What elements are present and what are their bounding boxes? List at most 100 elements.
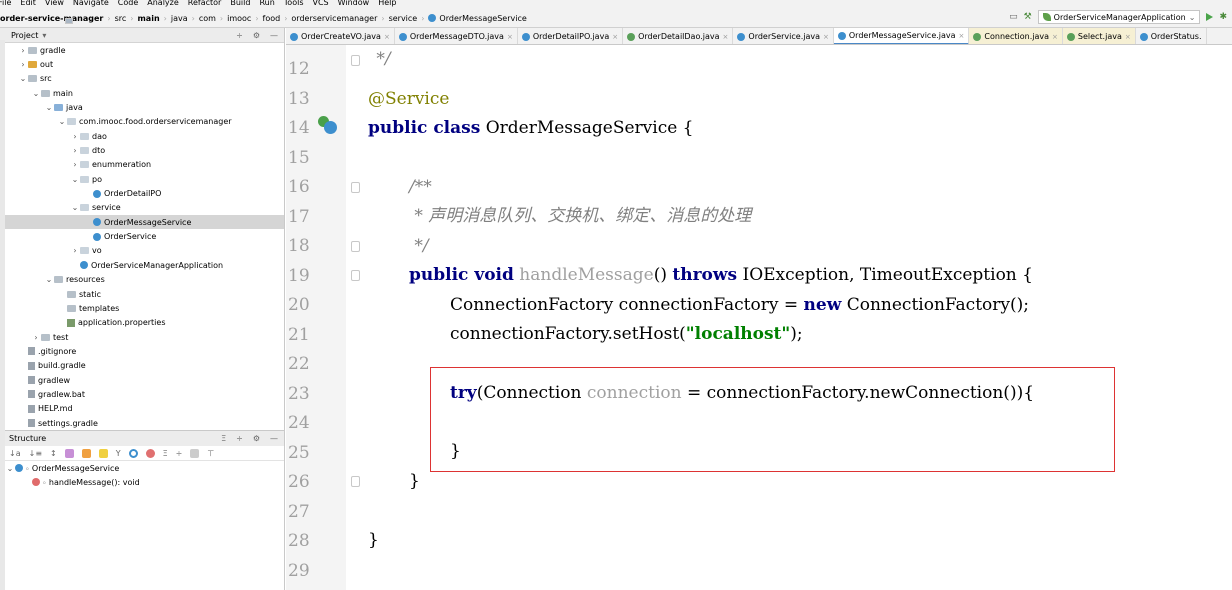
editor-tab[interactable]: OrderStatus. — [1136, 28, 1207, 44]
breadcrumb-item[interactable]: imooc — [65, 14, 251, 24]
editor-tab[interactable]: OrderDetailDao.java × — [623, 28, 734, 44]
tree-item[interactable]: › enummeration — [0, 158, 284, 172]
collapse-all-icon[interactable]: ÷ — [236, 434, 243, 443]
close-icon[interactable]: × — [507, 33, 513, 41]
chevron-down-icon[interactable]: ⌄ — [18, 74, 28, 83]
tree-item[interactable]: gradlew — [0, 373, 284, 387]
chevron-right-icon[interactable]: › — [18, 60, 28, 69]
close-icon[interactable]: × — [1125, 33, 1131, 41]
editor-tab[interactable]: OrderMessageDTO.java × — [395, 28, 518, 44]
gear-icon[interactable]: ⚙ — [253, 31, 260, 40]
breadcrumb-item[interactable]: order-service-manager — [0, 14, 103, 24]
fold-marker-icon[interactable] — [351, 182, 360, 193]
structure-class-row[interactable]: ⌄ ₒ OrderMessageService — [0, 461, 284, 475]
chevron-down-icon[interactable]: ⌄ — [70, 175, 80, 184]
field-icon[interactable] — [81, 448, 91, 458]
autoscroll-to-source-icon[interactable] — [190, 448, 200, 458]
chevron-down-icon[interactable]: ⌄ — [57, 117, 67, 126]
breadcrumb-item[interactable]: com — [65, 14, 216, 24]
abstract-icon[interactable] — [145, 448, 155, 458]
tree-item[interactable]: OrderService — [0, 229, 284, 243]
tree-item[interactable]: ⌄ src — [0, 72, 284, 86]
breadcrumb-item[interactable]: main — [65, 14, 160, 24]
chevron-right-icon[interactable]: › — [70, 132, 80, 141]
tree-item[interactable]: static — [0, 287, 284, 301]
fold-marker-icon[interactable] — [351, 241, 360, 252]
chevron-down-icon[interactable]: ▾ — [42, 31, 46, 40]
tree-item[interactable]: ⌄ service — [0, 201, 284, 215]
tree-item[interactable]: gradlew.bat — [0, 387, 284, 401]
editor-tab[interactable]: Connection.java × — [969, 28, 1063, 44]
chevron-right-icon[interactable]: › — [70, 146, 80, 155]
tree-item[interactable]: templates — [0, 301, 284, 315]
run-icon[interactable] — [1206, 13, 1214, 21]
editor-tab[interactable]: OrderDetailPO.java × — [518, 28, 624, 44]
property-icon[interactable] — [64, 448, 74, 458]
tree-item[interactable]: › dao — [0, 129, 284, 143]
project-title[interactable]: Project — [11, 31, 38, 40]
editor-tab[interactable]: Select.java × — [1062, 28, 1136, 44]
breadcrumb-item[interactable]: java — [65, 14, 188, 24]
menu-item-refactor[interactable]: Refactor — [188, 0, 222, 7]
tree-item[interactable]: OrderMessageService — [0, 215, 284, 230]
menu-item-vcs[interactable]: VCS — [313, 0, 329, 7]
tree-item[interactable]: › dto — [0, 143, 284, 157]
collapse-all-icon[interactable]: ÷ — [236, 31, 243, 40]
breadcrumb-item[interactable]: orderservicemanager — [65, 14, 377, 24]
minimize-icon[interactable]: — — [270, 434, 278, 443]
layout-icon[interactable]: ▭ — [1009, 12, 1018, 22]
menu-item-file[interactable]: File — [0, 0, 11, 7]
class-gutter-icon[interactable] — [324, 121, 337, 134]
tree-item[interactable]: ⌄ java — [0, 100, 284, 114]
inherited-icon[interactable]: ↕ — [50, 449, 57, 458]
menu-item-navigate[interactable]: Navigate — [73, 0, 109, 7]
editor-tab[interactable]: OrderMessageService.java × — [833, 28, 970, 44]
tree-item[interactable]: › gradle — [0, 43, 284, 57]
close-icon[interactable]: × — [959, 32, 965, 40]
run-configuration-select[interactable]: OrderServiceManagerApplication ⌄ — [1037, 10, 1201, 24]
menu-item-tools[interactable]: Tools — [284, 0, 304, 7]
menu-item-build[interactable]: Build — [230, 0, 250, 7]
editor-tab[interactable]: OrderService.java × — [733, 28, 834, 44]
menu-item-help[interactable]: Help — [378, 0, 396, 7]
sort-alpha-icon[interactable]: ↓a — [9, 449, 21, 458]
menu-item-edit[interactable]: Edit — [20, 0, 36, 7]
sort-visibility-icon[interactable]: ↓≡ — [29, 449, 42, 458]
close-icon[interactable]: × — [384, 33, 390, 41]
close-icon[interactable]: × — [1052, 33, 1058, 41]
menu-item-window[interactable]: Window — [338, 0, 370, 7]
close-icon[interactable]: × — [823, 33, 829, 41]
chevron-down-icon[interactable]: ⌄ — [70, 203, 80, 212]
tree-item[interactable]: › out — [0, 57, 284, 71]
chevron-right-icon[interactable]: › — [18, 46, 28, 55]
collapse-icon[interactable]: ÷ — [176, 449, 183, 458]
breadcrumb-item[interactable]: OrderMessageService — [428, 14, 527, 23]
fold-marker-icon[interactable] — [351, 476, 360, 487]
tree-item[interactable]: application.properties — [0, 316, 284, 330]
tree-item[interactable]: HELP.md — [0, 402, 284, 416]
autoscroll-from-source-icon[interactable]: ⊤ — [207, 449, 214, 458]
chevron-down-icon[interactable]: ⌄ — [44, 103, 54, 112]
expand-icon[interactable]: Ξ — [163, 449, 168, 458]
tree-item[interactable]: ⌄ com.imooc.food.orderservicemanager — [0, 115, 284, 129]
gear-icon[interactable]: ⚙ — [253, 434, 260, 443]
tree-item[interactable]: ⌄ po — [0, 172, 284, 186]
tree-item[interactable]: .gitignore — [0, 344, 284, 358]
hammer-icon[interactable]: ⚒ — [1024, 12, 1032, 22]
filter-icon[interactable]: Y — [116, 449, 121, 458]
minimize-icon[interactable]: — — [270, 31, 278, 40]
fold-marker-icon[interactable] — [351, 270, 360, 281]
tree-item[interactable]: › test — [0, 330, 284, 344]
lambda-icon[interactable] — [98, 448, 108, 458]
debug-icon[interactable]: ✱ — [1219, 12, 1227, 22]
tree-item[interactable]: OrderDetailPO — [0, 186, 284, 200]
menu-item-run[interactable]: Run — [259, 0, 274, 7]
chevron-right-icon[interactable]: › — [70, 246, 80, 255]
tree-item[interactable]: OrderServiceManagerApplication — [0, 258, 284, 272]
tree-item[interactable]: settings.gradle — [0, 416, 284, 430]
code-editor[interactable]: 12 13 14 15 16 17 18 19 20 21 22 23 24 25 26 27 28 29 */ … — [286, 45, 1232, 590]
menu-item-code[interactable]: Code — [118, 0, 138, 7]
close-icon[interactable]: × — [723, 33, 729, 41]
structure-method-row[interactable]: ₒ handleMessage(): void — [0, 475, 284, 489]
tree-item[interactable]: ⌄ main — [0, 86, 284, 100]
